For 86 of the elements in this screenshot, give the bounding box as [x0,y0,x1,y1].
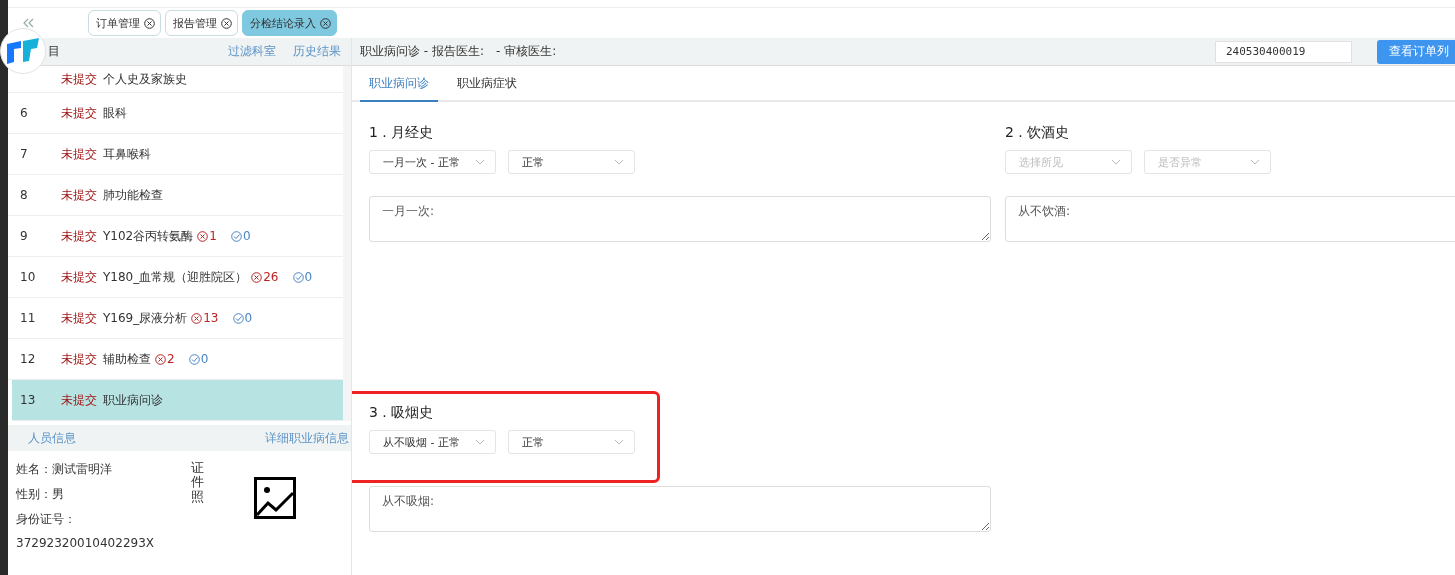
status-label: 未提交 [61,186,97,204]
item-name: Y169_尿液分析 [103,309,188,327]
normal-count: 0 [242,229,251,243]
item-name: 辅助检查 [103,350,151,368]
list-item[interactable]: 未提交 个人史及家族史 [8,66,343,93]
info-text: 身份证号： [16,511,77,528]
close-icon [320,17,331,29]
check-icon [232,312,244,324]
doctor-label: - 审核医生: [496,43,558,60]
order-field[interactable]: 240530400019 [1215,40,1352,63]
item-name: 耳鼻喉科 [103,145,151,163]
note-field[interactable]: 从不吸烟: [369,486,991,532]
error-icon [155,353,166,365]
section-title: 3 . 吸烟史 [369,404,435,422]
status-label: 未提交 [61,350,97,368]
status-label: 未提交 [61,268,97,286]
item-name: 个人史及家族史 [103,70,187,88]
item-number: 6 [20,106,29,120]
close-icon [221,17,232,29]
item-number: 7 [20,147,29,161]
note-field[interactable]: 一月一次: [369,196,991,242]
item-number: 8 [20,188,29,202]
item-name: Y102谷丙转氨酶 [103,227,194,245]
check-icon [188,353,200,365]
item-name: 职业病问诊 [103,391,163,409]
section-title: 1 . 月经史 [369,124,435,142]
select-field[interactable]: 正常 [508,430,635,454]
section-title: 2 . 饮酒史 [1005,124,1071,142]
panel-title: 目 [48,43,60,60]
select-field[interactable]: 一月一次 - 正常 [369,150,496,174]
abnormal-count: 26 [263,270,279,284]
tab[interactable]: 职业病问诊 [360,75,438,102]
list-item[interactable]: 13 未提交 职业病问诊 [12,380,343,421]
status-label: 未提交 [61,391,97,409]
item-number: 12 [20,352,37,366]
check-icon [230,230,242,242]
info-text: 性别：男 [16,486,65,503]
select-field[interactable]: 正常 [508,150,635,174]
note-field[interactable]: 从不饮酒: [1005,196,1455,242]
list-item[interactable]: 10 未提交 Y180_血常规（迎胜院区） 26 0 [8,257,343,298]
normal-count: 0 [244,311,253,325]
item-number: 9 [20,229,29,243]
logo-icon [5,36,41,66]
list-item[interactable]: 11 未提交 Y169_尿液分析 13 0 [8,298,343,339]
item-name: 眼科 [103,104,127,122]
chevron-icon [614,439,624,445]
select-field[interactable]: 从不吸烟 - 正常 [369,430,496,454]
photo-label: 证件照 [191,461,204,506]
list-item[interactable]: 8 未提交 肺功能检查 [8,175,343,216]
tab[interactable]: 分检结论录入 [242,10,337,36]
status-label: 未提交 [61,104,97,122]
normal-count: 0 [304,270,313,284]
status-label: 未提交 [61,145,97,163]
error-icon [251,271,263,283]
tab[interactable]: 订单管理 [88,10,161,36]
chevron-icon [475,159,485,165]
chevron-icon [1111,159,1121,165]
status-label: 未提交 [61,309,97,327]
check-icon [292,271,304,283]
item-name: 肺功能检查 [103,186,163,204]
error-icon [197,230,209,242]
error-icon [191,312,203,324]
normal-count: 0 [200,352,209,366]
chevron-icon [1250,159,1260,165]
image-icon [254,477,296,519]
list-item[interactable]: 9 未提交 Y102谷丙转氨酶 1 0 [8,216,343,257]
abnormal-count: 1 [209,229,217,243]
chevron-icon [614,159,624,165]
abnormal-count: 13 [203,311,219,325]
list-item[interactable]: 7 未提交 耳鼻喉科 [8,134,343,175]
status-label: 未提交 [61,227,97,245]
info-text: 姓名：测试雷明洋 [16,461,113,478]
item-number: 11 [20,311,37,325]
collapse-icon [22,18,34,28]
chevron-icon [475,439,485,445]
item-name: Y180_血常规（迎胜院区） [103,268,248,286]
list-item[interactable]: 6 未提交 眼科 [8,93,343,134]
item-number: 10 [20,270,37,284]
close-icon [144,17,155,29]
status-label: 未提交 [61,70,97,88]
tab[interactable]: 报告管理 [165,10,238,36]
tab[interactable]: 职业病症状 [448,75,526,100]
item-number: 13 [20,393,37,407]
doctor-label: 职业病问诊 - 报告医生: [360,43,484,60]
info-text: 37292320010402293X [16,536,155,552]
abnormal-count: 2 [167,352,175,366]
